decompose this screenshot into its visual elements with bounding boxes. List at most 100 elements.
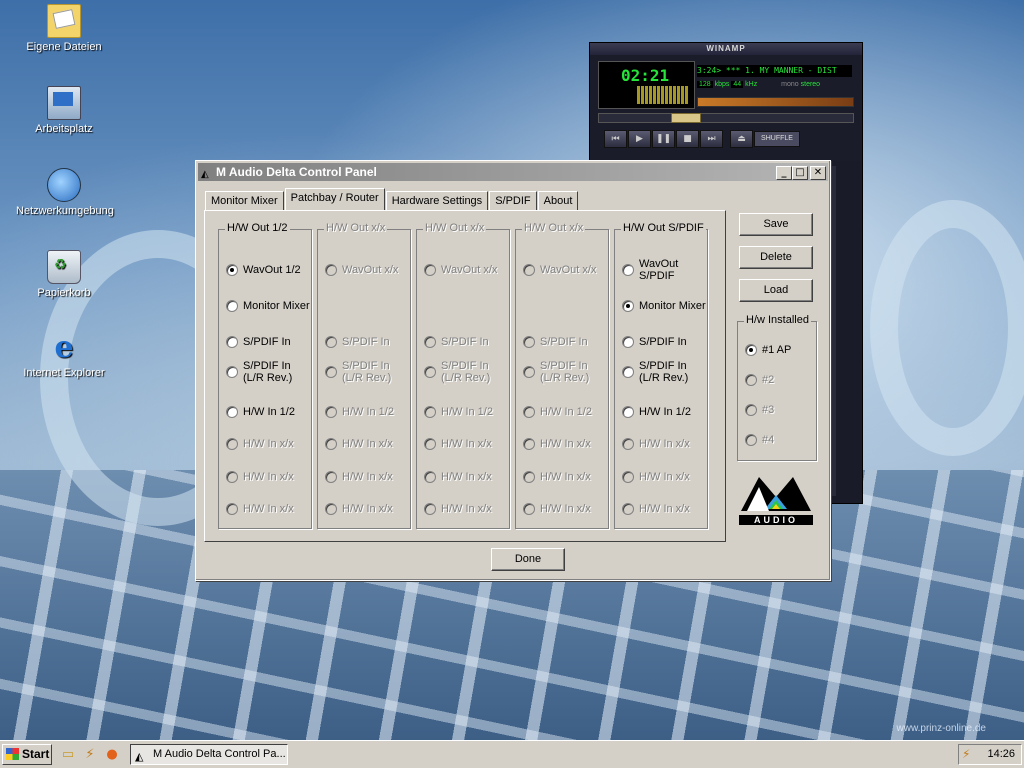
winamp-mono: mono	[781, 81, 799, 88]
winamp-seek-knob[interactable]	[671, 113, 701, 123]
window-title: M Audio Delta Control Panel	[216, 165, 377, 179]
desktop-icon-recycle-bin[interactable]: Papierkorb	[16, 250, 112, 299]
radio-label: WavOut S/PDIF	[639, 258, 679, 282]
routing-radio-option: H/W In x/x	[523, 503, 591, 515]
tab-hardware-settings[interactable]: Hardware Settings	[385, 191, 489, 210]
radio-circle-icon	[622, 503, 634, 515]
radio-label: S/PDIF In (L/R Rev.)	[540, 360, 590, 384]
radio-circle-icon[interactable]	[622, 406, 634, 418]
desktop-icon-my-computer[interactable]: Arbeitsplatz	[16, 86, 112, 135]
winamp-tray-icon[interactable]: ⚡	[962, 747, 970, 761]
taskbar-button-delta-control-panel[interactable]: ◭ M Audio Delta Control Pa...	[130, 744, 288, 765]
save-button[interactable]: Save	[739, 213, 813, 236]
routing-radio-option: H/W In x/x	[226, 438, 294, 450]
radio-circle-icon	[424, 336, 436, 348]
winamp-icon[interactable]: ⚡	[82, 747, 98, 763]
minimize-icon[interactable]: _	[776, 166, 792, 180]
routing-radio-option[interactable]: WavOut S/PDIF	[622, 258, 678, 282]
tab-spdif[interactable]: S/PDIF	[489, 191, 537, 210]
radio-label: S/PDIF In	[243, 336, 291, 348]
output-group: H/W Out x/x WavOut x/x S/PDIF In S/PDIF In …	[416, 222, 510, 529]
load-button[interactable]: Load	[739, 279, 813, 302]
routing-radio-option[interactable]: H/W In 1/2	[226, 406, 295, 418]
start-button[interactable]: Start	[2, 744, 52, 765]
radio-circle-icon[interactable]	[226, 336, 238, 348]
radio-label: S/PDIF In (L/R Rev.)	[441, 360, 491, 384]
routing-radio-option[interactable]: WavOut 1/2	[226, 264, 301, 276]
winamp-volume-slider[interactable]	[697, 97, 854, 107]
delete-button[interactable]: Delete	[739, 246, 813, 269]
radio-label: S/PDIF In	[540, 336, 588, 348]
radio-label: H/W In x/x	[243, 438, 294, 450]
radio-circle-icon	[325, 503, 337, 515]
show-desktop-icon[interactable]: ▭	[60, 747, 76, 763]
eject-icon[interactable]: ⏏	[730, 130, 753, 148]
clock[interactable]: 14:26	[987, 748, 1015, 760]
radio-label: S/PDIF In	[441, 336, 489, 348]
radio-circle-icon	[622, 438, 634, 450]
hw-installed-radio-option: #4	[745, 434, 774, 446]
routing-radio-option: H/W In x/x	[622, 438, 690, 450]
maximize-icon[interactable]: □	[792, 166, 808, 180]
taskbar: Start ▭ ⚡ ● ◭ M Audio Delta Control Pa..…	[0, 740, 1024, 768]
done-button[interactable]: Done	[491, 548, 565, 571]
routing-radio-option[interactable]: S/PDIF In (L/R Rev.)	[622, 360, 688, 384]
routing-radio-option: WavOut x/x	[325, 264, 398, 276]
radio-circle-icon	[424, 438, 436, 450]
radio-circle-icon	[325, 471, 337, 483]
routing-radio-option[interactable]: S/PDIF In	[622, 336, 687, 348]
radio-circle-icon	[424, 406, 436, 418]
tab-about[interactable]: About	[537, 191, 579, 210]
radio-circle-icon[interactable]	[226, 366, 238, 378]
desktop-icon-network[interactable]: Netzwerkumgebung	[16, 168, 114, 217]
start-label: Start	[22, 747, 50, 761]
titlebar[interactable]: ◭ M Audio Delta Control Panel _ □ ✕	[198, 163, 828, 181]
routing-radio-option[interactable]: H/W In 1/2	[622, 406, 691, 418]
tab-monitor-mixer[interactable]: Monitor Mixer	[205, 191, 284, 210]
radio-circle-icon[interactable]	[226, 406, 238, 418]
radio-label: WavOut x/x	[441, 264, 498, 276]
winamp-visualizer[interactable]	[637, 86, 689, 104]
radio-circle-icon[interactable]	[622, 366, 634, 378]
stop-icon[interactable]: ■	[676, 130, 699, 148]
radio-circle-icon	[523, 438, 535, 450]
winamp-kbps-label: kbps	[714, 81, 730, 88]
network-icon	[47, 168, 81, 202]
tab-patchbay-router[interactable]: Patchbay / Router	[284, 188, 385, 210]
winamp-seek-bar[interactable]	[598, 113, 854, 123]
routing-radio-option: H/W In x/x	[325, 438, 393, 450]
radio-circle-icon	[226, 503, 238, 515]
radio-circle-icon	[226, 438, 238, 450]
desktop-wallpaper-ring-right	[870, 200, 1024, 456]
radio-circle-icon[interactable]	[622, 264, 634, 276]
radio-label: S/PDIF In (L/R Rev.)	[639, 360, 689, 384]
routing-radio-option[interactable]: S/PDIF In (L/R Rev.)	[226, 360, 292, 384]
radio-label: H/W In 1/2	[540, 406, 592, 418]
output-group: H/W Out x/x WavOut x/x S/PDIF In S/PDIF In …	[515, 222, 609, 529]
radio-circle-icon[interactable]	[622, 300, 634, 312]
my-computer-icon	[47, 86, 81, 120]
routing-radio-option[interactable]: Monitor Mixer	[622, 300, 706, 312]
radio-circle-icon[interactable]	[226, 300, 238, 312]
radio-circle-icon[interactable]	[226, 264, 238, 276]
winamp-time[interactable]: 02:21	[621, 66, 669, 85]
desktop-icon-internet-explorer[interactable]: e Internet Explorer	[16, 332, 112, 380]
pause-icon[interactable]: ❚❚	[652, 130, 675, 148]
delta-control-panel-window: ◭ M Audio Delta Control Panel _ □ ✕ Moni…	[195, 160, 831, 581]
winamp-titlebar[interactable]: WINAMP	[590, 43, 862, 55]
hw-installed-radio-option[interactable]: #1 AP	[745, 344, 791, 356]
next-icon[interactable]: ⏭	[700, 130, 723, 148]
desktop-icon-label: Eigene Dateien	[26, 41, 102, 53]
radio-circle-icon[interactable]	[622, 336, 634, 348]
desktop-icon-my-documents[interactable]: Eigene Dateien	[16, 4, 112, 53]
play-icon[interactable]: ▶	[628, 130, 651, 148]
winamp-shuffle-button[interactable]: SHUFFLE	[754, 131, 800, 147]
close-icon[interactable]: ✕	[810, 166, 826, 180]
previous-icon[interactable]: ⏮	[604, 130, 627, 148]
routing-radio-option[interactable]: S/PDIF In	[226, 336, 291, 348]
output-group: H/W Out x/x WavOut x/x S/PDIF In S/PDIF In …	[317, 222, 411, 529]
routing-radio-option[interactable]: Monitor Mixer	[226, 300, 310, 312]
firefox-icon[interactable]: ●	[104, 747, 120, 763]
radio-circle-icon	[523, 406, 535, 418]
radio-circle-icon[interactable]	[745, 344, 757, 356]
